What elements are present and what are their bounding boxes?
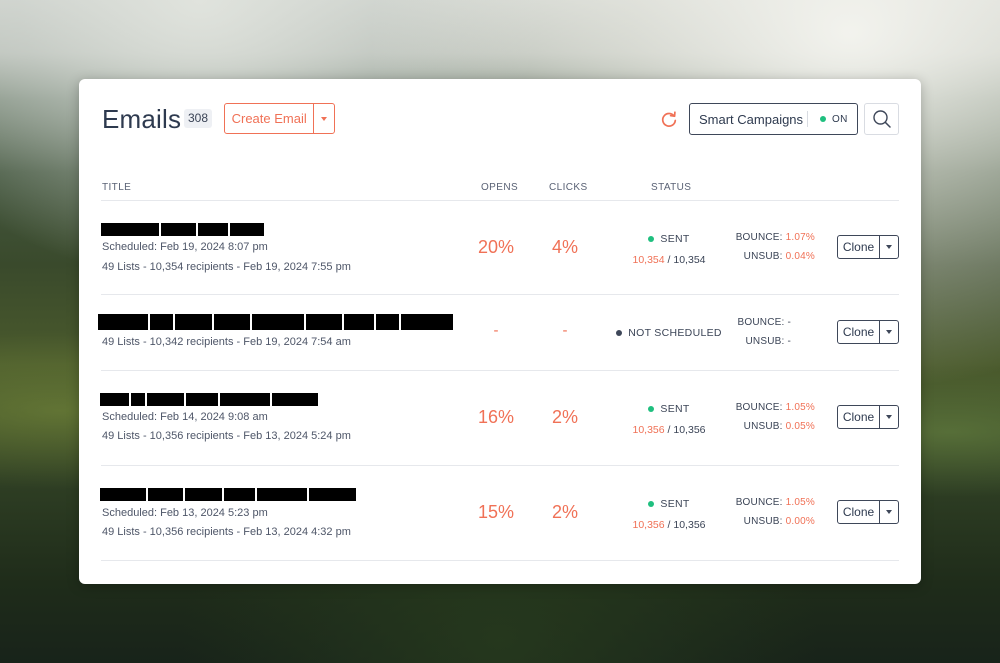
emails-panel: Emails 308 Create Email Smart Campaigns … [79,79,921,584]
redacted-title [98,314,148,330]
column-header-clicks[interactable]: CLICKS [549,182,588,193]
redacted-title [306,314,342,330]
redacted-title [344,314,374,330]
create-email-button[interactable]: Create Email [224,103,335,134]
clone-label: Clone [842,240,875,254]
divider [101,465,899,466]
smart-campaigns-toggle[interactable]: Smart Campaigns ON [689,103,858,135]
clone-button[interactable]: Clone [837,500,899,524]
clone-label: Clone [842,410,875,424]
smart-campaigns-state-label: ON [832,113,848,125]
redacted-title [100,393,129,406]
redacted-title [401,314,453,330]
clone-button[interactable]: Clone [837,235,899,259]
divider [101,560,899,561]
recipient-summary: 49 Lists - 10,354 recipients - Feb 19, 2… [102,261,351,273]
smart-campaigns-label: Smart Campaigns [699,111,804,127]
status-dot-icon [648,236,655,242]
opens-rate: 20% [477,237,515,257]
status-dot-icon [648,406,655,412]
redacted-title [131,393,145,406]
refresh-icon[interactable] [659,110,679,130]
bounce-unsub-stats: BOUNCE: 1.05% UNSUB: 0.05% [735,402,815,432]
clicks-rate: 4% [551,237,578,257]
clone-button[interactable]: Clone [837,320,899,344]
clone-label: Clone [842,505,875,519]
page-title: Emails [102,104,182,134]
redacted-title [252,314,304,330]
redacted-title [101,223,159,236]
clone-dropdown-toggle[interactable] [879,236,898,258]
recipient-summary: 49 Lists - 10,356 recipients - Feb 13, 2… [102,430,351,442]
chevron-down-icon [321,116,328,121]
scheduled-time: Scheduled: Feb 13, 2024 5:23 pm [102,507,268,519]
redacted-title [100,488,146,501]
divider [101,370,899,371]
status-badge: SENT [660,498,690,510]
clicks-rate: - [562,322,568,339]
chevron-down-icon [886,330,892,334]
column-header-opens[interactable]: OPENS [481,182,518,193]
column-header-status[interactable]: STATUS [651,182,691,193]
status-dot-icon [648,501,655,507]
divider [101,200,899,201]
redacted-title [224,488,255,501]
redacted-title [147,393,184,406]
scheduled-time: Scheduled: Feb 19, 2024 8:07 pm [102,241,268,253]
opens-rate: - [493,322,499,339]
status-badge: SENT [660,233,690,245]
redacted-title [214,314,250,330]
status-dot-icon [616,330,623,336]
chevron-down-icon [886,415,892,419]
redacted-title [150,314,173,330]
clone-label: Clone [842,325,875,339]
redacted-title [230,223,264,236]
redacted-title [220,393,270,406]
search-icon [872,110,891,128]
redacted-title [148,488,183,501]
opens-rate: 16% [477,407,515,427]
redacted-title [376,314,399,330]
redacted-title [175,314,212,330]
scheduled-time: Scheduled: Feb 14, 2024 9:08 am [102,411,268,423]
create-email-dropdown-toggle[interactable] [313,104,334,133]
redacted-title [257,488,307,501]
chevron-down-icon [886,510,892,514]
clicks-rate: 2% [551,502,578,522]
search-button[interactable] [864,103,899,135]
clicks-rate: 2% [551,407,578,427]
clone-button[interactable]: Clone [837,405,899,429]
bounce-unsub-stats: BOUNCE: - UNSUB: - [737,317,791,347]
recipient-summary: 49 Lists - 10,342 recipients - Feb 19, 2… [102,336,351,348]
status-badge: SENT [660,403,690,415]
bounce-unsub-stats: BOUNCE: 1.07% UNSUB: 0.04% [735,232,815,262]
redacted-title [185,488,222,501]
recipient-summary: 49 Lists - 10,356 recipients - Feb 13, 2… [102,526,351,538]
smart-campaigns-state: ON [808,114,848,125]
redacted-title [161,223,196,236]
clone-dropdown-toggle[interactable] [879,321,898,343]
chevron-down-icon [886,245,892,249]
clone-dropdown-toggle[interactable] [879,501,898,523]
opens-rate: 15% [477,502,515,522]
column-header-title[interactable]: TITLE [102,182,131,193]
divider [101,294,899,295]
redacted-title [198,223,228,236]
email-count-badge: 308 [184,109,213,128]
redacted-title [272,393,318,406]
status-dot-icon [820,116,826,122]
bounce-unsub-stats: BOUNCE: 1.05% UNSUB: 0.00% [735,497,815,527]
create-email-label: Create Email [231,111,307,126]
clone-dropdown-toggle[interactable] [879,406,898,428]
redacted-title [186,393,218,406]
redacted-title [309,488,356,501]
